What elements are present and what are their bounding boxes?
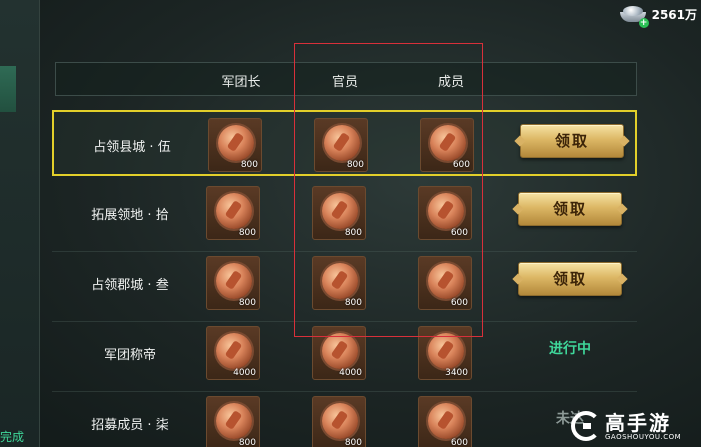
reward-item[interactable]: 800	[206, 256, 260, 310]
claim-button[interactable]: 领取	[518, 262, 622, 296]
medal-icon	[324, 125, 360, 161]
reward-quantity: 800	[240, 160, 258, 170]
reward-quantity: 600	[450, 298, 468, 308]
reward-item[interactable]: 800	[312, 396, 366, 447]
reward-item[interactable]: 4000	[206, 326, 260, 380]
task-label: 拓展领地 · 拾	[91, 208, 169, 223]
reward-item[interactable]: 600	[420, 118, 474, 172]
claim-button[interactable]: 领取	[518, 192, 622, 226]
reward-quantity: 800	[344, 298, 362, 308]
reward-quantity: 4000	[339, 368, 362, 378]
currency-display[interactable]: + 2561万	[619, 2, 697, 28]
reward-quantity: 3400	[445, 368, 468, 378]
reward-quantity: 800	[238, 228, 256, 238]
watermark: 高手游 GAOSHOUYOU.COM	[571, 407, 697, 445]
reward-item[interactable]: 4000	[312, 326, 366, 380]
task-label: 军团称帝	[103, 348, 156, 363]
reward-item[interactable]: 800	[314, 118, 368, 172]
column-header-member: 成员	[437, 75, 464, 90]
silver-ingot-icon: +	[619, 4, 649, 28]
task-row: 占领郡城 · 叁 800 800 600 领取	[52, 250, 637, 322]
task-row: 占领县城 · 伍 800 800 600 领取	[52, 110, 637, 176]
medal-icon	[322, 333, 358, 369]
reward-quantity: 800	[238, 298, 256, 308]
watermark-subtitle: GAOSHOUYOU.COM	[605, 433, 682, 441]
task-label: 招募成员 · 柒	[91, 418, 169, 433]
reward-item[interactable]: 3400	[418, 326, 472, 380]
reward-quantity: 600	[450, 438, 468, 447]
reward-quantity: 800	[238, 438, 256, 447]
reward-item[interactable]: 800	[312, 256, 366, 310]
medal-icon	[428, 403, 464, 439]
medal-icon	[216, 333, 252, 369]
reward-item[interactable]: 800	[206, 396, 260, 447]
task-row: 军团称帝 4000 4000 3400 进行中	[52, 320, 637, 392]
left-tab-indicator[interactable]	[0, 66, 16, 112]
task-row: 拓展领地 · 拾 800 800 600 领取	[52, 180, 637, 252]
reward-item[interactable]: 800	[312, 186, 366, 240]
medal-icon	[428, 263, 464, 299]
reward-quantity: 600	[450, 228, 468, 238]
reward-item[interactable]: 600	[418, 396, 472, 447]
medal-icon	[216, 263, 252, 299]
medal-icon	[322, 193, 358, 229]
left-side-panel: 完成	[0, 0, 40, 447]
status-in-progress: 进行中	[549, 341, 591, 357]
medal-icon	[428, 333, 464, 369]
reward-quantity: 800	[344, 228, 362, 238]
currency-amount: 2561万	[651, 7, 697, 22]
reward-quantity: 800	[346, 160, 364, 170]
medal-icon	[322, 403, 358, 439]
reward-quantity: 800	[344, 438, 362, 447]
reward-quantity: 600	[452, 160, 470, 170]
medal-icon	[430, 125, 466, 161]
column-header-leader: 军团长	[221, 75, 261, 90]
reward-table-header: 军团长 官员 成员	[55, 62, 637, 96]
medal-icon	[216, 403, 252, 439]
task-label: 占领郡城 · 叁	[91, 278, 169, 293]
left-panel-status-text: 完成	[0, 430, 25, 444]
reward-quantity: 4000	[233, 368, 256, 378]
reward-item[interactable]: 600	[418, 256, 472, 310]
medal-icon	[428, 193, 464, 229]
task-row: 招募成员 · 柒 800 800 600 未达	[52, 390, 637, 447]
medal-icon	[322, 263, 358, 299]
column-header-officer: 官员	[331, 75, 358, 90]
medal-icon	[216, 193, 252, 229]
team-reward-panel: 军团长 官员 成员 占领县城 · 伍 800 800 600 领取 拓展领地 · 拾 800…	[52, 60, 637, 447]
medal-icon	[218, 125, 254, 161]
task-label: 占领县城 · 伍	[93, 140, 171, 155]
reward-item[interactable]: 800	[208, 118, 262, 172]
claim-button[interactable]: 领取	[520, 124, 624, 158]
reward-item[interactable]: 600	[418, 186, 472, 240]
site-logo-icon	[571, 411, 601, 441]
watermark-title: 高手游	[605, 411, 671, 435]
reward-item[interactable]: 800	[206, 186, 260, 240]
